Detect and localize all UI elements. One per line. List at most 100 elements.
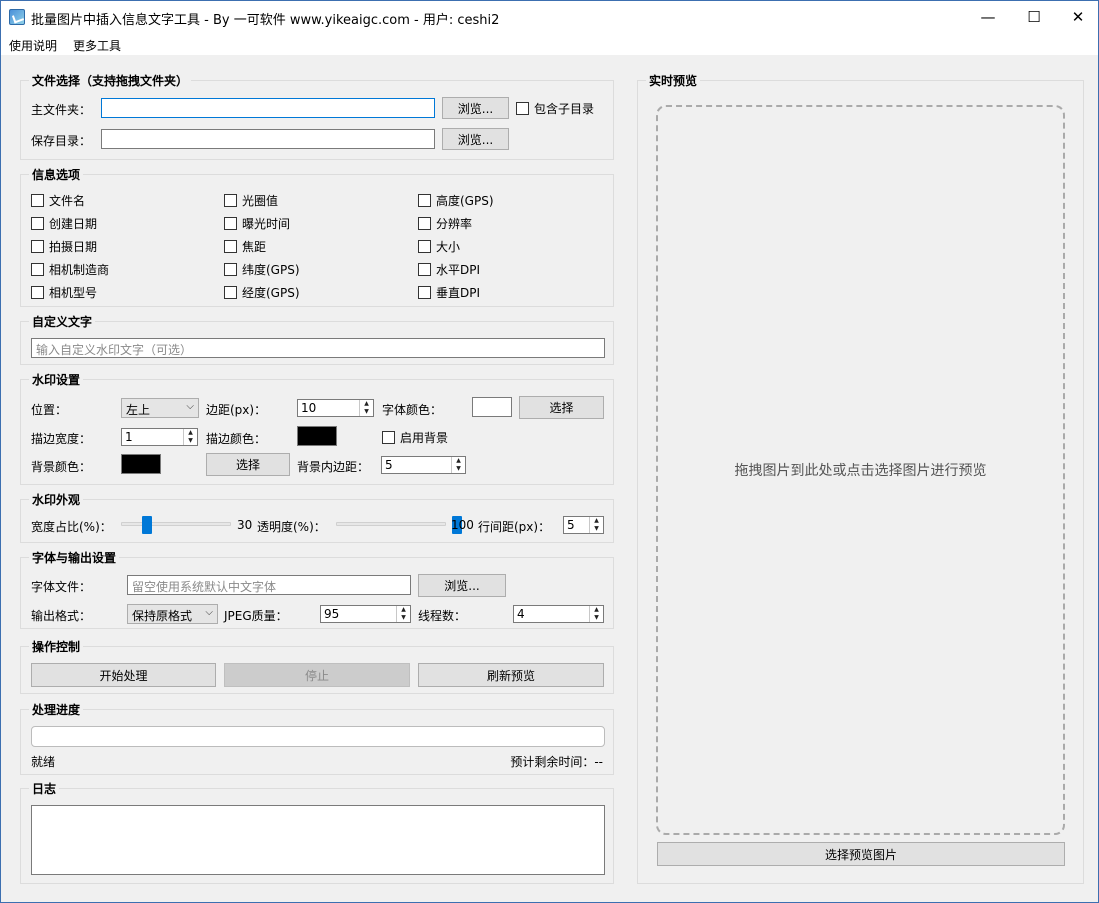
jpeg-quality-value: 95	[324, 607, 340, 621]
option-camera-model[interactable]: 相机型号	[31, 284, 97, 301]
stop-button[interactable]: 停止	[224, 663, 410, 687]
spin-arrows[interactable]: ▲ ▼	[359, 400, 373, 416]
option-label: 拍摄日期	[49, 240, 98, 254]
info-options-title: 信息选项	[29, 166, 84, 183]
log-group: 日志	[20, 780, 614, 884]
enable-bg-checkbox[interactable]: 启用背景	[382, 429, 448, 446]
arrow-down-icon[interactable]: ▼	[360, 408, 373, 416]
preview-dropzone[interactable]: 拖拽图片到此处或点击选择图片进行预览	[656, 105, 1065, 835]
menu-more-tools[interactable]: 更多工具	[73, 37, 121, 54]
option-created-date[interactable]: 创建日期	[31, 215, 97, 232]
close-button[interactable]: ✕	[1055, 1, 1099, 33]
position-select[interactable]: 左上 ⌵	[121, 398, 199, 418]
maximize-button[interactable]: ☐	[1011, 1, 1057, 33]
arrow-up-icon[interactable]: ▲	[452, 457, 465, 465]
arrow-down-icon[interactable]: ▼	[590, 614, 603, 622]
font-file-browse-button[interactable]: 浏览...	[418, 574, 506, 597]
option-shot-date[interactable]: 拍摄日期	[31, 238, 97, 255]
refresh-preview-button[interactable]: 刷新预览	[418, 663, 604, 687]
option-focal-length[interactable]: 焦距	[224, 238, 266, 255]
stroke-width-value: 1	[125, 430, 133, 444]
menu-bar: 使用说明 更多工具	[1, 33, 1098, 55]
opacity-slider-track[interactable]	[336, 522, 446, 526]
appearance-title: 水印外观	[29, 491, 84, 508]
spin-arrows[interactable]: ▲ ▼	[451, 457, 465, 473]
spin-arrows[interactable]: ▲ ▼	[183, 429, 197, 445]
save-dir-input[interactable]	[101, 129, 435, 149]
option-camera-make[interactable]: 相机制造商	[31, 261, 109, 278]
font-color-choose-button[interactable]: 选择	[519, 396, 604, 419]
arrow-up-icon[interactable]: ▲	[397, 606, 410, 614]
option-aperture[interactable]: 光圈值	[224, 192, 278, 209]
spin-arrows[interactable]: ▲ ▼	[589, 517, 603, 533]
bg-color-choose-button[interactable]: 选择	[206, 453, 290, 476]
arrow-down-icon[interactable]: ▼	[397, 614, 410, 622]
save-dir-browse-button[interactable]: 浏览...	[442, 128, 509, 150]
log-textarea[interactable]	[31, 805, 605, 875]
checkbox-box	[224, 286, 237, 299]
arrow-up-icon[interactable]: ▲	[360, 400, 373, 408]
option-horizontal-dpi[interactable]: 水平DPI	[418, 261, 480, 278]
appearance-group: 水印外观 宽度占比(%)： 30 透明度(%)： 100 行间距(px)： 5 …	[20, 491, 614, 543]
bg-padding-spinbox[interactable]: 5 ▲ ▼	[381, 456, 466, 474]
minimize-button[interactable]: —	[965, 1, 1011, 33]
arrow-up-icon[interactable]: ▲	[590, 606, 603, 614]
window-title: 批量图片中插入信息文字工具 - By 一可软件 www.yikeaigc.com…	[31, 13, 500, 28]
app-icon	[9, 9, 25, 25]
menu-help[interactable]: 使用说明	[9, 37, 57, 54]
line-spacing-value: 5	[567, 518, 575, 532]
spin-arrows[interactable]: ▲ ▼	[396, 606, 410, 622]
option-label: 光圈值	[242, 194, 279, 208]
progress-group: 处理进度 就绪 预计剩余时间：--	[20, 701, 614, 775]
option-size[interactable]: 大小	[418, 238, 460, 255]
stroke-color-label: 描边颜色：	[206, 432, 267, 446]
option-label: 相机制造商	[49, 263, 110, 277]
threads-spinbox[interactable]: 4 ▲ ▼	[513, 605, 604, 623]
preview-title: 实时预览	[646, 72, 701, 89]
option-latitude[interactable]: 纬度(GPS)	[224, 261, 300, 278]
width-ratio-slider-thumb[interactable]	[142, 516, 152, 534]
position-label: 位置：	[31, 403, 68, 417]
select-preview-image-button[interactable]: 选择预览图片	[657, 842, 1065, 866]
option-label: 水平DPI	[436, 263, 481, 277]
font-output-title: 字体与输出设置	[29, 549, 120, 566]
threads-value: 4	[517, 607, 525, 621]
line-spacing-spinbox[interactable]: 5 ▲ ▼	[563, 516, 604, 534]
bg-padding-value: 5	[385, 458, 393, 472]
arrow-up-icon[interactable]: ▲	[184, 429, 197, 437]
option-exposure[interactable]: 曝光时间	[224, 215, 290, 232]
option-label: 相机型号	[49, 286, 98, 300]
arrow-down-icon[interactable]: ▼	[590, 525, 603, 533]
line-spacing-label: 行间距(px)：	[478, 520, 551, 534]
option-label: 大小	[436, 240, 461, 254]
output-format-select[interactable]: 保持原格式 ⌵	[127, 604, 218, 624]
controls-group: 操作控制 开始处理 停止 刷新预览	[20, 638, 614, 694]
stroke-width-spinbox[interactable]: 1 ▲ ▼	[121, 428, 198, 446]
option-label: 曝光时间	[242, 217, 291, 231]
checkbox-box	[224, 263, 237, 276]
output-format-value: 保持原格式	[132, 609, 193, 623]
main-folder-browse-button[interactable]: 浏览...	[442, 97, 509, 119]
option-filename[interactable]: 文件名	[31, 192, 85, 209]
arrow-up-icon[interactable]: ▲	[590, 517, 603, 525]
file-select-group: 文件选择（支持拖拽文件夹） 主文件夹： 浏览... 包含子目录 保存目录： 浏览…	[20, 72, 614, 160]
custom-text-input[interactable]: 输入自定义水印文字（可选）	[31, 338, 605, 358]
start-button[interactable]: 开始处理	[31, 663, 216, 687]
main-folder-input[interactable]	[101, 98, 435, 118]
option-label: 文件名	[49, 194, 86, 208]
arrow-down-icon[interactable]: ▼	[184, 437, 197, 445]
include-subdirs-checkbox[interactable]: 包含子目录	[516, 100, 594, 117]
option-resolution[interactable]: 分辨率	[418, 215, 472, 232]
option-altitude[interactable]: 高度(GPS)	[418, 192, 494, 209]
arrow-down-icon[interactable]: ▼	[452, 465, 465, 473]
font-file-input[interactable]: 留空使用系统默认中文字体	[127, 575, 411, 595]
margin-spinbox[interactable]: 10 ▲ ▼	[297, 399, 374, 417]
jpeg-quality-spinbox[interactable]: 95 ▲ ▼	[320, 605, 411, 623]
stroke-color-swatch	[297, 426, 337, 446]
option-longitude[interactable]: 经度(GPS)	[224, 284, 300, 301]
checkbox-box	[418, 240, 431, 253]
app-window: 批量图片中插入信息文字工具 - By 一可软件 www.yikeaigc.com…	[0, 0, 1099, 903]
width-ratio-slider-track[interactable]	[121, 522, 231, 526]
spin-arrows[interactable]: ▲ ▼	[589, 606, 603, 622]
option-vertical-dpi[interactable]: 垂直DPI	[418, 284, 480, 301]
